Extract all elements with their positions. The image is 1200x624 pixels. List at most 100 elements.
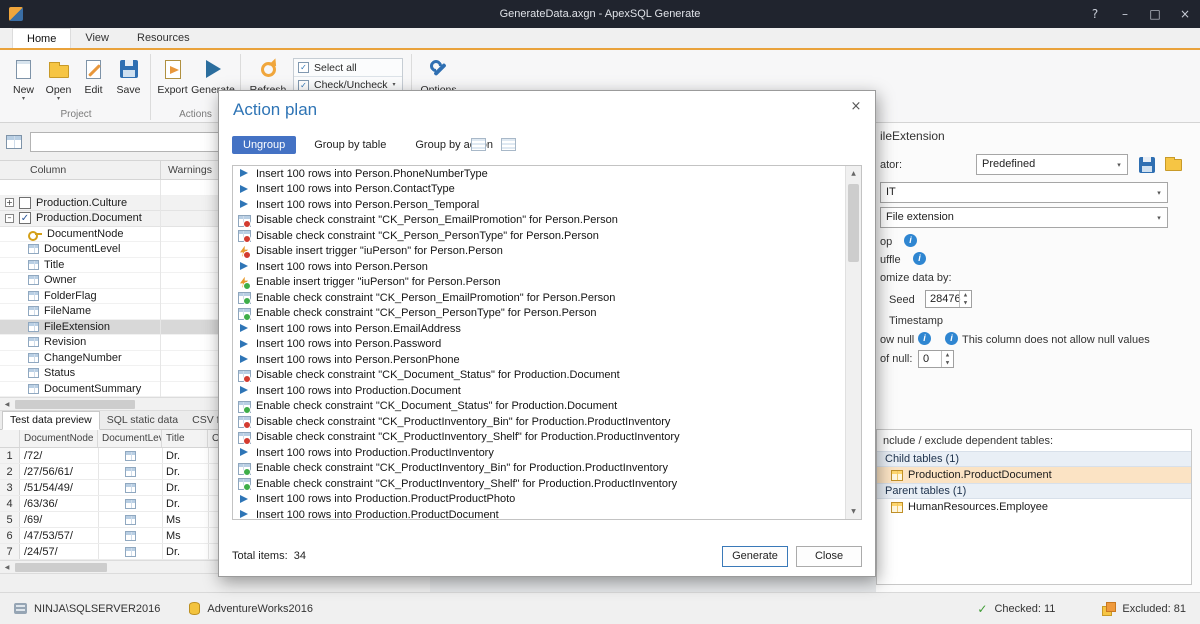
seed-input[interactable]: 28476	[925, 290, 972, 308]
action-plan-item[interactable]: Enable insert trigger "iuPerson" for Per…	[233, 275, 845, 291]
scrollbar-thumb[interactable]	[848, 184, 859, 262]
action-item-text: Insert 100 rows into Person.ContactType	[256, 183, 455, 195]
select-all-button[interactable]: Select all	[294, 59, 402, 76]
generate-button[interactable]: Generate	[722, 546, 788, 567]
maximize-icon[interactable]: □	[1140, 0, 1170, 28]
spinner-arrows[interactable]	[959, 291, 971, 307]
disable-check-icon	[238, 230, 250, 241]
action-plan-item[interactable]: Insert 100 rows into Person.PersonPhone	[233, 352, 845, 368]
loop-info-icon[interactable]	[904, 234, 917, 247]
null-note-text: This column does not allow null values	[962, 334, 1150, 346]
generator-type-combobox[interactable]: File extension	[880, 207, 1168, 228]
close-icon[interactable]: ×	[1170, 0, 1200, 28]
preview-tab-test-data-preview[interactable]: Test data preview	[2, 411, 100, 430]
action-plan-item[interactable]: Enable check constraint "CK_Person_Email…	[233, 290, 845, 306]
ribbon-tab-view[interactable]: View	[71, 28, 123, 48]
minimize-icon[interactable]: –	[1110, 0, 1140, 28]
action-plan-item[interactable]: Insert 100 rows into Production.ProductD…	[233, 507, 845, 519]
dialog-tab-group-by-table[interactable]: Group by table	[303, 136, 397, 154]
insert-icon	[238, 261, 250, 272]
server-name: NINJA\SQLSERVER2016	[34, 603, 160, 615]
columns-view-icon[interactable]	[6, 135, 22, 149]
row-checkbox[interactable]	[19, 212, 31, 224]
action-plan-item[interactable]: Disable check constraint "CK_ProductInve…	[233, 414, 845, 430]
dialog-tab-group-by-action[interactable]: Group by action	[404, 136, 504, 154]
action-plan-item[interactable]: Disable check constraint "CK_Person_Pers…	[233, 228, 845, 244]
scroll-left-icon[interactable]: ◀	[0, 398, 14, 410]
tree-row-label: DocumentLevel	[44, 243, 120, 255]
spin-down-icon[interactable]	[960, 299, 971, 307]
action-plan-dialog: × Action plan UngroupGroup by tableGroup…	[218, 90, 876, 577]
action-item-text: Insert 100 rows into Person.Person_Tempo…	[256, 199, 479, 211]
save-generator-icon[interactable]	[1139, 157, 1155, 173]
shuffle-info-icon[interactable]	[913, 252, 926, 265]
action-plan-item[interactable]: Disable insert trigger "iuPerson" for Pe…	[233, 244, 845, 260]
save-button[interactable]: Save	[111, 52, 146, 108]
action-plan-item[interactable]: Insert 100 rows into Production.Document	[233, 383, 845, 399]
action-plan-item[interactable]: Insert 100 rows into Person.Person	[233, 259, 845, 275]
new-button[interactable]: New ▾	[6, 52, 41, 108]
spin-down-icon[interactable]	[942, 359, 953, 367]
excluded-icon	[1102, 602, 1115, 615]
dependent-group-row[interactable]: Child tables (1)	[877, 451, 1191, 467]
help-icon[interactable]: ?	[1080, 0, 1110, 28]
dependent-table-row[interactable]: Production.ProductDocument	[877, 467, 1191, 483]
ribbon-tab-home[interactable]: Home	[12, 28, 71, 48]
action-plan-item[interactable]: Insert 100 rows into Person.ContactType	[233, 182, 845, 198]
ribbon-tab-resources[interactable]: Resources	[123, 28, 204, 48]
insert-icon	[238, 494, 250, 505]
scroll-up-icon[interactable]	[846, 166, 861, 181]
expand-icon[interactable]: +	[5, 198, 14, 207]
checkbox-icon	[298, 80, 309, 91]
scroll-down-icon[interactable]	[846, 504, 861, 519]
action-item-text: Disable check constraint "CK_Document_St…	[256, 369, 620, 381]
hierarchyid-icon	[125, 531, 136, 541]
scrollbar-thumb[interactable]	[15, 563, 107, 572]
open-button[interactable]: Open ▾	[41, 52, 76, 108]
spinner-arrows[interactable]	[941, 351, 953, 367]
dependent-group-row[interactable]: Parent tables (1)	[877, 483, 1191, 499]
close-button[interactable]: Close	[796, 546, 862, 567]
action-plan-item[interactable]: Disable check constraint "CK_ProductInve…	[233, 430, 845, 446]
action-plan-item[interactable]: Disable check constraint "CK_Person_Emai…	[233, 213, 845, 229]
column-icon	[28, 244, 39, 254]
generator-combobox[interactable]: Predefined	[976, 154, 1128, 175]
category-combobox[interactable]: IT	[880, 182, 1168, 203]
action-plan-item[interactable]: Enable check constraint "CK_ProductInven…	[233, 476, 845, 492]
spin-up-icon[interactable]	[942, 351, 953, 359]
scroll-left-icon[interactable]: ◀	[0, 561, 14, 573]
row-checkbox[interactable]	[19, 197, 31, 209]
action-plan-item[interactable]: Enable check constraint "CK_Person_Perso…	[233, 306, 845, 322]
action-plan-item[interactable]: Insert 100 rows into Person.EmailAddress	[233, 321, 845, 337]
hierarchyid-icon	[125, 515, 136, 525]
action-plan-item[interactable]: Insert 100 rows into Person.Person_Tempo…	[233, 197, 845, 213]
scrollbar-thumb[interactable]	[15, 400, 135, 409]
dependent-table-row[interactable]: HumanResources.Employee	[877, 499, 1191, 515]
edit-button[interactable]: Edit	[76, 52, 111, 108]
percent-null-input[interactable]: 0	[918, 350, 954, 368]
preview-tab-sql-static-data[interactable]: SQL static data	[100, 412, 185, 429]
action-plan-item[interactable]: Insert 100 rows into Person.Password	[233, 337, 845, 353]
vertical-scrollbar[interactable]	[845, 166, 861, 519]
chevron-down-icon	[1111, 155, 1127, 174]
column-icon	[28, 322, 39, 332]
allow-null-info-icon[interactable]	[918, 332, 931, 345]
hierarchyid-icon	[125, 451, 136, 461]
dialog-close-icon[interactable]: ×	[847, 97, 865, 115]
row-number-cell: 5	[0, 512, 20, 527]
export-button[interactable]: Export	[155, 52, 190, 108]
save-floppy-icon	[120, 60, 138, 78]
action-plan-item[interactable]: Insert 100 rows into Production.ProductP…	[233, 492, 845, 508]
collapse-icon[interactable]: –	[5, 214, 14, 223]
group-view-icon[interactable]	[501, 138, 516, 151]
action-plan-item[interactable]: Disable check constraint "CK_Document_St…	[233, 368, 845, 384]
action-plan-item[interactable]: Enable check constraint "CK_ProductInven…	[233, 461, 845, 477]
generator-value: Predefined	[982, 158, 1035, 170]
action-plan-item[interactable]: Insert 100 rows into Production.ProductI…	[233, 445, 845, 461]
open-generator-icon[interactable]	[1165, 159, 1182, 171]
dialog-tab-ungroup[interactable]: Ungroup	[232, 136, 296, 154]
action-plan-item[interactable]: Insert 100 rows into Person.PhoneNumberT…	[233, 166, 845, 182]
group-view-icon[interactable]	[471, 138, 486, 151]
spin-up-icon[interactable]	[960, 291, 971, 299]
action-plan-item[interactable]: Enable check constraint "CK_Document_Sta…	[233, 399, 845, 415]
